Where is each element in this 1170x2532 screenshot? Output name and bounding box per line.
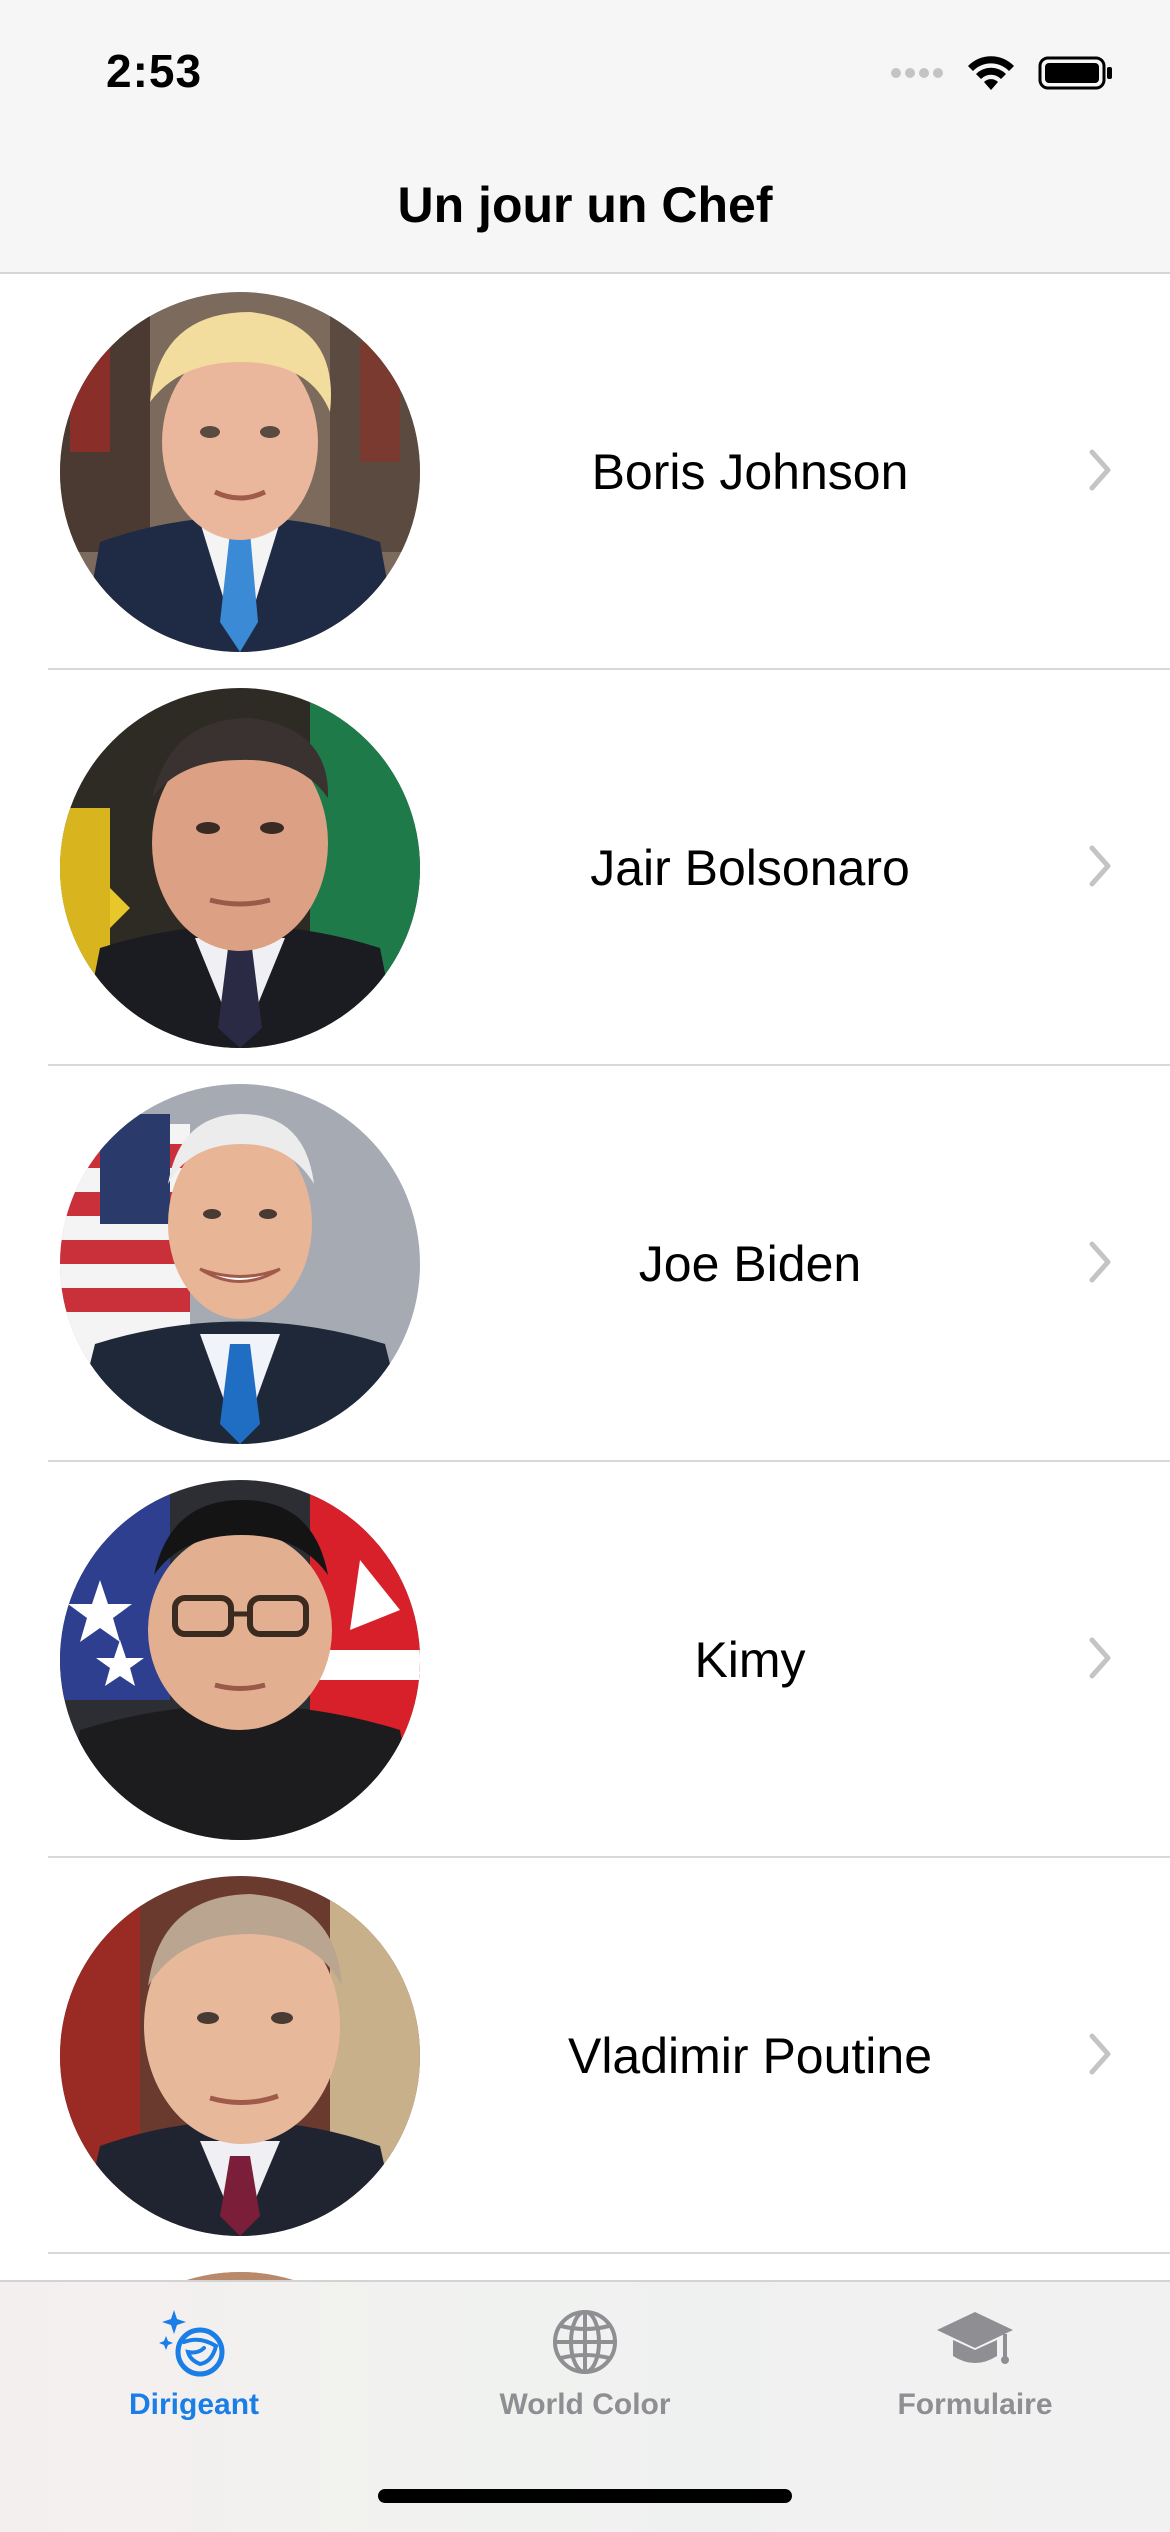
chevron-right-icon bbox=[1089, 449, 1111, 491]
globe-icon bbox=[553, 2310, 617, 2374]
tab-formulaire[interactable]: Formulaire bbox=[845, 2302, 1105, 2422]
chevron-right-icon bbox=[1089, 845, 1111, 887]
wifi-icon bbox=[968, 56, 1014, 90]
chevron-right-icon bbox=[1089, 1241, 1111, 1283]
avatar-boris-johnson bbox=[60, 292, 420, 652]
navigation-bar: Un jour un Chef bbox=[0, 140, 1170, 274]
avatar-jair-bolsonaro bbox=[60, 688, 420, 1048]
status-icons bbox=[890, 50, 1114, 96]
sparkle-globe-icon bbox=[159, 2310, 225, 2377]
tab-dirigeant[interactable]: Dirigeant bbox=[64, 2302, 324, 2422]
leader-name: Kimy bbox=[694, 1632, 806, 1688]
leader-name: Vladimir Poutine bbox=[567, 2028, 933, 2084]
list-item-kimy[interactable]: Kimy bbox=[0, 1462, 1170, 1858]
leaders-list[interactable]: Boris Johnson Jair Bolsonaro Joe Biden K… bbox=[0, 274, 1170, 2532]
leader-name: Jair Bolsonaro bbox=[590, 840, 910, 896]
list-item-boris-johnson[interactable]: Boris Johnson bbox=[0, 274, 1170, 670]
chevron-right-icon bbox=[1089, 2033, 1111, 2075]
tab-label: Formulaire bbox=[897, 2388, 1053, 2421]
avatar-joe-biden bbox=[60, 1084, 420, 1444]
status-bar: 2:53 bbox=[0, 0, 1170, 140]
tab-label: World Color bbox=[499, 2388, 671, 2421]
home-indicator[interactable] bbox=[378, 2489, 792, 2503]
tab-world-color[interactable]: World Color bbox=[455, 2302, 715, 2422]
battery-icon bbox=[1038, 56, 1112, 90]
list-item-joe-biden[interactable]: Joe Biden bbox=[0, 1066, 1170, 1462]
list-item-vladimir-poutine[interactable]: Vladimir Poutine bbox=[0, 1858, 1170, 2254]
page-title: Un jour un Chef bbox=[397, 177, 773, 233]
app-screen: 2:53 Un jour un Chef Boris Johnson Jair … bbox=[0, 0, 1170, 2532]
chevron-right-icon bbox=[1089, 1637, 1111, 1679]
signal-dots-icon bbox=[891, 68, 943, 78]
graduation-cap-icon bbox=[937, 2312, 1013, 2364]
leader-name: Joe Biden bbox=[638, 1236, 862, 1292]
leader-name: Boris Johnson bbox=[591, 444, 909, 500]
status-time: 2:53 bbox=[106, 45, 203, 97]
tab-label: Dirigeant bbox=[128, 2388, 260, 2421]
avatar-vladimir-poutine bbox=[60, 1876, 420, 2236]
list-item-jair-bolsonaro[interactable]: Jair Bolsonaro bbox=[0, 670, 1170, 1066]
avatar-kimy bbox=[60, 1480, 420, 1840]
